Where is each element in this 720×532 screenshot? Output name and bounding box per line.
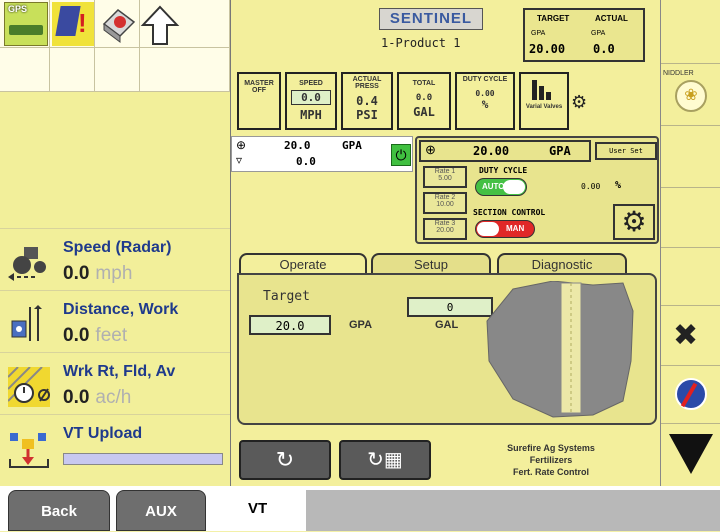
refresh-grid-button[interactable]: ↻▦ bbox=[339, 440, 431, 480]
plant-icon: ❀ bbox=[675, 80, 707, 112]
distance-value: 0.0 feet bbox=[63, 325, 128, 346]
softkey-1[interactable] bbox=[661, 0, 720, 64]
tab-diagnostic[interactable]: Diagnostic bbox=[497, 253, 627, 275]
aux-button[interactable]: AUX bbox=[116, 490, 206, 531]
tab-operate[interactable]: Operate bbox=[239, 253, 367, 275]
wrench-icon: ✖ bbox=[673, 319, 699, 352]
section-settings-button[interactable]: ⚙ bbox=[613, 204, 655, 240]
status-rate-actual: 0.0 bbox=[296, 155, 316, 168]
right-softkey-panel: NIDDLER ❀ ✖ bbox=[660, 0, 720, 486]
triangle-down-icon bbox=[669, 434, 713, 474]
control-rate-unit: GPA bbox=[549, 144, 571, 158]
work-rate-label: Wrk Rt, Fld, Av bbox=[63, 363, 176, 380]
softkey-4[interactable] bbox=[661, 188, 720, 248]
control-rate-value: 20.00 bbox=[473, 144, 510, 158]
actual-header: ACTUAL bbox=[595, 14, 628, 23]
master-off-button[interactable]: MASTER OFF bbox=[237, 72, 281, 130]
pressure-gauge: ACTUAL PRESS 0.4 PSI bbox=[341, 72, 393, 130]
gear-icon[interactable]: ⚙ bbox=[571, 92, 587, 113]
status-rate: 20.0 bbox=[284, 139, 311, 152]
power-button[interactable]: ⏻ bbox=[391, 144, 411, 166]
globe-icon bbox=[675, 378, 707, 410]
softkey-5[interactable] bbox=[661, 248, 720, 306]
bottom-tab-bar: Back AUX VT bbox=[0, 486, 720, 531]
vt-main-area: SENTINEL 1-Product 1 TARGET ACTUAL GPA G… bbox=[230, 0, 660, 486]
rate3-button[interactable]: Rate 3 20.00 bbox=[423, 218, 467, 240]
niddler-label: NIDDLER bbox=[663, 70, 694, 77]
tab-setup[interactable]: Setup bbox=[371, 253, 491, 275]
gps-label: GPS bbox=[8, 4, 28, 14]
work-rate-row[interactable]: Wrk Rt, Fld, Av 0.0 ac/h bbox=[0, 352, 230, 414]
product-name: 1-Product 1 bbox=[381, 36, 461, 50]
user-set-button[interactable]: User Set bbox=[595, 142, 657, 160]
valves-button[interactable]: Varial Valves bbox=[519, 72, 569, 130]
tractor-icon bbox=[8, 243, 58, 281]
rate2-button[interactable]: Rate 2 10.00 bbox=[423, 192, 467, 214]
total-gauge: TOTAL 0.0 GAL bbox=[397, 72, 451, 130]
rate-bar: ⊕ 20.00 GPA bbox=[419, 140, 591, 162]
target-header: TARGET bbox=[537, 14, 570, 23]
operate-target-label: Target bbox=[263, 289, 310, 304]
softkey-3[interactable] bbox=[661, 126, 720, 188]
distance-icon bbox=[8, 305, 58, 343]
alarm-icon[interactable]: ! bbox=[52, 2, 94, 46]
operate-panel: Target 20.0 GPA 0 GAL bbox=[237, 273, 657, 425]
vt-upload-label: VT Upload bbox=[63, 425, 143, 442]
company-info: Surefire Ag Systems Fertilizers Fert. Ra… bbox=[507, 443, 595, 477]
duty-cycle-toggle[interactable]: AUTO bbox=[475, 178, 527, 196]
work-rate-value: 0.0 ac/h bbox=[63, 387, 132, 408]
duty-cycle-title: DUTY CYCLE bbox=[479, 166, 528, 175]
refresh-button[interactable]: ↻ bbox=[239, 440, 331, 480]
softkey-2[interactable]: NIDDLER ❀ bbox=[661, 64, 720, 126]
scroll-down-button[interactable] bbox=[661, 424, 720, 486]
rate-status-panel: ⊕ ▿ 20.0 GPA 0.0 bbox=[231, 136, 413, 172]
actual-unit: GPA bbox=[591, 30, 606, 37]
target-unit: GPA bbox=[531, 30, 546, 37]
section-control-title: SECTION CONTROL bbox=[473, 208, 546, 217]
rate-control-panel: ⊕ 20.00 GPA User Set Rate 1 5.00 Rate 2 10… bbox=[415, 136, 659, 244]
brand-logo: SENTINEL bbox=[379, 8, 483, 30]
flow-icon: ▿ bbox=[236, 153, 243, 167]
tools-button[interactable]: ✖ bbox=[661, 306, 720, 366]
vt-upload-row[interactable]: VT Upload bbox=[0, 414, 230, 486]
upload-progress-bar bbox=[63, 453, 223, 465]
distance-label: Distance, Work bbox=[63, 301, 179, 318]
section-control-toggle[interactable]: MAN bbox=[475, 220, 535, 238]
gps-status-icon[interactable]: GPS bbox=[4, 2, 48, 46]
operate-total-value: 0 bbox=[407, 297, 493, 317]
vt-tab[interactable]: VT bbox=[248, 486, 267, 531]
duty-cycle-unit: % bbox=[615, 180, 622, 191]
duty-cycle-value: 0.00 bbox=[581, 182, 601, 191]
upload-icon bbox=[8, 429, 58, 468]
speed-gauge: SPEED 0.0 MPH bbox=[285, 72, 337, 130]
speed-value: 0.0 mph bbox=[63, 263, 133, 284]
work-rate-icon bbox=[7, 366, 58, 407]
actual-value: 0.0 bbox=[593, 42, 615, 56]
target-icon-2: ⊕ bbox=[425, 142, 436, 157]
bar-chart-icon bbox=[532, 80, 556, 100]
book-icon[interactable] bbox=[100, 4, 136, 44]
left-panel: GPS ! Speed (Radar) 0.0 mph Distance, Wo… bbox=[0, 0, 230, 486]
distance-row[interactable]: Distance, Work 0.0 feet bbox=[0, 290, 230, 352]
bottom-empty-area bbox=[306, 490, 720, 531]
back-button[interactable]: Back bbox=[8, 490, 110, 531]
status-icon-grid: GPS ! bbox=[0, 0, 230, 92]
operate-total-unit: GAL bbox=[435, 319, 459, 331]
field-map bbox=[483, 280, 653, 419]
operate-target-input[interactable]: 20.0 bbox=[249, 315, 331, 335]
operate-target-unit: GPA bbox=[349, 319, 373, 331]
arrow-up-icon[interactable] bbox=[140, 4, 180, 46]
speed-row[interactable]: Speed (Radar) 0.0 mph bbox=[0, 228, 230, 290]
target-icon: ⊕ bbox=[236, 138, 247, 152]
status-rate-unit: GPA bbox=[342, 139, 362, 152]
rate1-button[interactable]: Rate 1 5.00 bbox=[423, 166, 467, 188]
help-button[interactable] bbox=[661, 366, 720, 424]
target-value: 20.00 bbox=[529, 42, 566, 56]
target-actual-box: TARGET ACTUAL GPA GPA 20.00 0.0 bbox=[523, 8, 645, 62]
speed-label: Speed (Radar) bbox=[63, 239, 172, 256]
duty-cycle-gauge: DUTY CYCLE 0.00 % bbox=[455, 72, 515, 130]
